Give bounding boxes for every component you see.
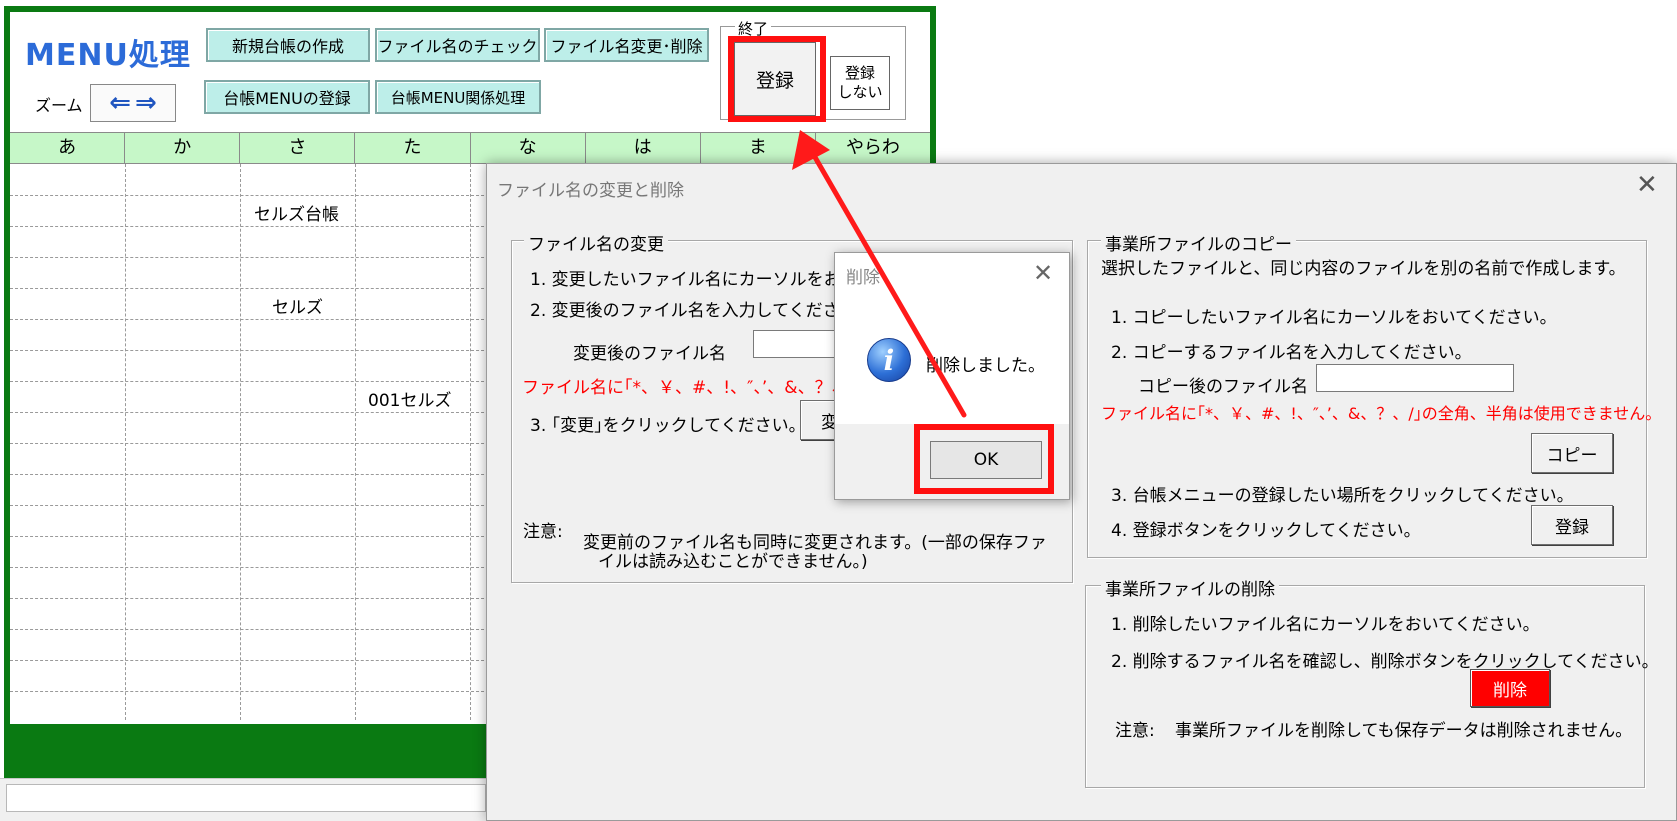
grid-cell[interactable]: セルズ台帳: [254, 200, 339, 225]
register-highlight: [728, 36, 826, 122]
rename-input[interactable]: [753, 330, 835, 358]
delete-button[interactable]: 削除: [1470, 669, 1550, 707]
copy-register-button[interactable]: 登録: [1531, 505, 1613, 545]
copy-warning: ファイル名に｢*、￥、#、!、″、’、&、？、/｣の全角、半角は使用できません。: [1101, 404, 1662, 423]
copy-step4: 4. 登録ボタンをクリックしてください。: [1111, 521, 1421, 541]
rename-note-line2: イルは読み込むことができません。): [598, 552, 868, 572]
rename-step1: 1. 変更したいファイル名にカーソルをおいて: [530, 270, 875, 290]
ok-highlight: [914, 424, 1054, 494]
new-ledger-button[interactable]: 新規台帳の作成: [206, 28, 370, 62]
kana-tab-yarawa[interactable]: やらわ: [816, 133, 930, 163]
ledger-menu-related-button[interactable]: 台帳MENU関係処理: [375, 80, 541, 114]
message-box-close-icon[interactable]: ✕: [1033, 259, 1053, 287]
ledger-menu-register-button[interactable]: 台帳MENUの登録: [204, 80, 370, 114]
delete-note-text: 事業所ファイルを削除しても保存データは削除されません。: [1175, 721, 1633, 741]
copy-description: 選択したファイルと、同じ内容のファイルを別の名前で作成します。: [1101, 259, 1626, 279]
zoom-control[interactable]: ⇐ ⇒: [90, 84, 176, 122]
rename-step3: 3. ｢変更｣をクリックしてください。: [530, 416, 806, 436]
dialog-close-icon[interactable]: ✕: [1636, 170, 1658, 200]
delete-note-label: 注意:: [1115, 721, 1155, 741]
no-register-button[interactable]: 登録 しない: [830, 56, 890, 110]
kana-tab-row: あ か さ た な は ま やらわ: [10, 132, 930, 164]
filename-change-delete-button[interactable]: ファイル名変更･削除: [544, 28, 709, 62]
grid-cell[interactable]: セルズ: [272, 293, 323, 318]
status-input[interactable]: [6, 784, 486, 812]
kana-tab-ha[interactable]: は: [586, 133, 701, 163]
rename-note-label: 注意:: [523, 522, 563, 542]
kana-tab-sa[interactable]: さ: [240, 133, 356, 163]
rename-step2: 2. 変更後のファイル名を入力してください。: [530, 301, 874, 321]
kana-tab-a[interactable]: あ: [10, 133, 126, 163]
rename-legend: ファイル名の変更: [524, 230, 668, 255]
copy-field-label: コピー後のファイル名: [1138, 377, 1308, 397]
copy-step1: 1. コピーしたいファイル名にカーソルをおいてください。: [1111, 308, 1557, 328]
kana-tab-ma[interactable]: ま: [701, 133, 816, 163]
menu-title: MENU処理: [25, 38, 191, 73]
delete-step2: 2. 削除するファイル名を確認し、削除ボタンをクリックしてください。: [1111, 652, 1659, 672]
filename-check-button[interactable]: ファイル名のチェック: [375, 28, 540, 62]
grid-cell[interactable]: 001セルズ: [368, 386, 451, 411]
copy-input[interactable]: [1316, 364, 1514, 392]
kana-tab-ka[interactable]: か: [125, 133, 241, 163]
no-register-line1: 登録: [844, 63, 875, 82]
delete-legend: 事業所ファイルの削除: [1101, 575, 1279, 600]
delete-step1: 1. 削除したいファイル名にカーソルをおいてください。: [1111, 615, 1540, 635]
copy-legend: 事業所ファイルのコピー: [1101, 230, 1296, 255]
copy-step3: 3. 台帳メニューの登録したい場所をクリックしてください。: [1111, 486, 1574, 506]
message-box-title: 削除: [846, 268, 880, 288]
kana-tab-na[interactable]: な: [471, 133, 586, 163]
zoom-label: ズーム: [35, 96, 83, 115]
info-icon: i: [867, 338, 911, 382]
rename-warning: ファイル名に｢*、￥、#、!、″、’、&、？、/｣の: [522, 378, 880, 398]
change-button[interactable]: 変: [800, 400, 838, 440]
left-arrow-icon[interactable]: ⇐: [109, 90, 131, 116]
no-register-line2: しない: [837, 83, 883, 101]
copy-button[interactable]: コピー: [1531, 433, 1613, 473]
kana-tab-ta[interactable]: た: [355, 133, 471, 163]
copy-step2: 2. コピーするファイル名を入力してください。: [1111, 343, 1472, 363]
rename-field-label: 変更後のファイル名: [573, 344, 726, 364]
dialog-title: ファイル名の変更と削除: [497, 181, 684, 201]
right-arrow-icon[interactable]: ⇒: [135, 90, 157, 116]
message-text: 削除しました。: [926, 356, 1045, 376]
